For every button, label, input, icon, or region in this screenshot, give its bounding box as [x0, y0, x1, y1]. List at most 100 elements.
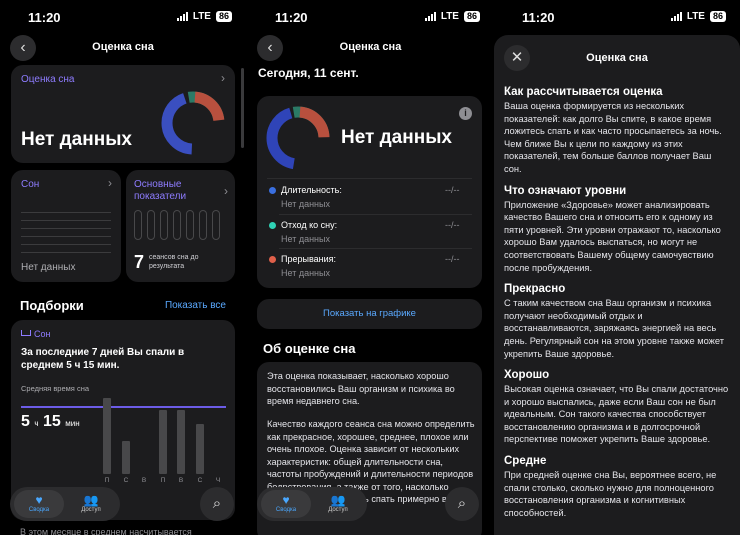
sleep-bar	[159, 410, 167, 474]
metric-value: --/--	[445, 220, 460, 230]
tab-summary-label: Сводка	[28, 507, 50, 513]
vitals-count: 7	[134, 252, 145, 272]
vitals-caption: сеансов сна до результата	[149, 254, 199, 270]
metric-label: Прерывания:	[281, 254, 337, 264]
vitals-card-title: Основные показатели	[134, 179, 187, 202]
metric-value: --/--	[445, 185, 460, 195]
screen-sleep-score-info: 11:20 LTE 86 ✕ Оценка сна Как рассчитыва…	[494, 0, 740, 535]
metric-duration: Длительность: --/-- Нет данных	[269, 185, 469, 209]
metric-label: Длительность:	[281, 185, 342, 195]
sleep-card[interactable]: Сон › Нет данных	[11, 170, 121, 282]
show-on-chart-label: Показать на графике	[323, 308, 416, 319]
metric-label: Отход ко сну:	[281, 220, 338, 230]
highlight-tag-label: Сон	[34, 329, 51, 339]
info-section: Средне При средней оценке сна Вы, вероятн…	[504, 454, 729, 519]
section-body: При средней оценке сна Вы, вероятнее все…	[504, 470, 717, 518]
section-body: С таким качеством сна Ваш организм и пси…	[504, 298, 724, 359]
status-time: 11:20	[275, 10, 308, 25]
info-section: Хорошо Высокая оценка означает, что Вы сп…	[504, 368, 729, 446]
sleep-bar	[122, 441, 130, 474]
search-button[interactable]: ⌕	[200, 487, 234, 521]
info-section: Что означают уровни Приложение «Здоровье»…	[504, 184, 729, 275]
info-section: Прекрасно С таким качеством сна Ваш орган…	[504, 282, 729, 360]
day-label: П	[104, 477, 110, 484]
signal-icon	[176, 12, 188, 21]
sleep-bar-chart: ПСВПВСЧ	[98, 386, 228, 486]
heart-icon: ♥	[35, 493, 43, 507]
battery-icon: 86	[463, 11, 480, 22]
people-icon: 👥	[83, 493, 99, 507]
section-title: Что означают уровни	[504, 184, 627, 197]
sleep-dotted-grid	[21, 205, 111, 255]
avg-minutes-unit: мин	[65, 419, 80, 428]
tab-bar: ♥ Сводка 👥 Доступ	[10, 487, 120, 521]
day-label: В	[141, 477, 147, 484]
avg-minutes: 15	[42, 413, 61, 430]
score-detail-value: Нет данных	[341, 127, 452, 148]
tab-sharing[interactable]: 👥 Доступ	[66, 490, 116, 518]
signal-icon	[670, 12, 682, 21]
section-title: Как рассчитывается оценка	[504, 86, 663, 98]
sheet-title: Оценка сна	[586, 52, 648, 64]
tab-sharing-label: Доступ	[81, 507, 101, 513]
show-all-link[interactable]: Показать все	[165, 300, 226, 311]
about-paragraph-1: Эта оценка показывает, насколько хорошо …	[267, 371, 455, 406]
tab-summary[interactable]: ♥ Сводка	[261, 490, 311, 518]
search-button[interactable]: ⌕	[445, 487, 479, 521]
nav-title: Оценка сна	[339, 41, 402, 53]
section-title: Средне	[504, 455, 547, 468]
metric-dot	[269, 256, 276, 263]
show-on-chart-button[interactable]: Показать на графике	[257, 299, 482, 329]
section-title: Хорошо	[504, 369, 550, 382]
sleep-score-ring-icon	[266, 106, 330, 170]
sleep-bar	[177, 410, 185, 474]
sleep-bar	[196, 424, 204, 474]
heart-icon: ♥	[282, 493, 290, 507]
scrollbar[interactable]	[241, 68, 244, 148]
about-heading: Об оценке сна	[263, 341, 356, 356]
divider	[267, 178, 472, 179]
metric-value: --/--	[445, 254, 460, 264]
metric-status: Нет данных	[281, 234, 330, 244]
info-icon[interactable]: i	[459, 107, 472, 120]
info-section: Как рассчитывается оценка Ваша оценка фор…	[504, 85, 729, 176]
metric-status: Нет данных	[281, 199, 330, 209]
chevron-right-icon: ›	[224, 184, 228, 198]
sleep-score-ring-icon	[161, 91, 225, 155]
metric-bedtime: Отход ко сну: --/-- Нет данных	[269, 220, 469, 244]
day-label: С	[123, 477, 129, 484]
sleep-score-card[interactable]: Оценка сна › Нет данных	[11, 65, 235, 163]
bottom-text: В этом месяце в среднем насчитывается	[20, 527, 192, 535]
info-content: Как рассчитывается оценка Ваша оценка фор…	[504, 85, 729, 527]
highlight-tag: Сон	[21, 329, 50, 339]
network-label: LTE	[686, 11, 705, 22]
tab-sharing[interactable]: 👥 Доступ	[313, 490, 363, 518]
metric-status: Нет данных	[281, 268, 330, 278]
chevron-right-icon: ›	[221, 71, 225, 85]
screen-sleep-score-detail: 11:20 LTE 86 ‹ Оценка сна Сегодня, 11 се…	[247, 0, 494, 535]
avg-hours-unit: ч	[34, 419, 39, 428]
avg-label: Средняя время сна	[21, 384, 90, 393]
network-label: LTE	[192, 11, 211, 22]
vitals-pills	[134, 210, 220, 240]
sleep-card-title: Сон	[21, 179, 40, 190]
status-time: 11:20	[522, 10, 555, 25]
metric-interruptions: Прерывания: --/-- Нет данных	[269, 254, 469, 278]
bed-icon	[21, 330, 31, 336]
status-bar: 11:20 LTE 86	[0, 10, 246, 26]
tab-summary[interactable]: ♥ Сводка	[14, 490, 64, 518]
date-heading: Сегодня, 11 сент.	[258, 66, 359, 80]
search-icon: ⌕	[212, 495, 222, 512]
vitals-card[interactable]: Основные показатели › 7 сеансов сна до р…	[126, 170, 235, 282]
screen-sleep-score-overview: 11:20 LTE 86 ‹ Оценка сна Оценка сна › Н…	[0, 0, 246, 535]
metric-dot	[269, 222, 276, 229]
tab-summary-label: Сводка	[275, 507, 297, 513]
avg-hours: 5	[21, 413, 30, 430]
sleep-score-value: Нет данных	[21, 129, 132, 150]
divider	[279, 214, 472, 215]
section-title: Прекрасно	[504, 283, 566, 296]
status-bar: 11:20 LTE 86	[247, 10, 494, 26]
score-detail-card: Нет данных i Длительность: --/-- Нет дан…	[257, 96, 482, 288]
day-label: В	[178, 477, 184, 484]
section-body: Ваша оценка формируется из нескольких по…	[504, 101, 722, 174]
